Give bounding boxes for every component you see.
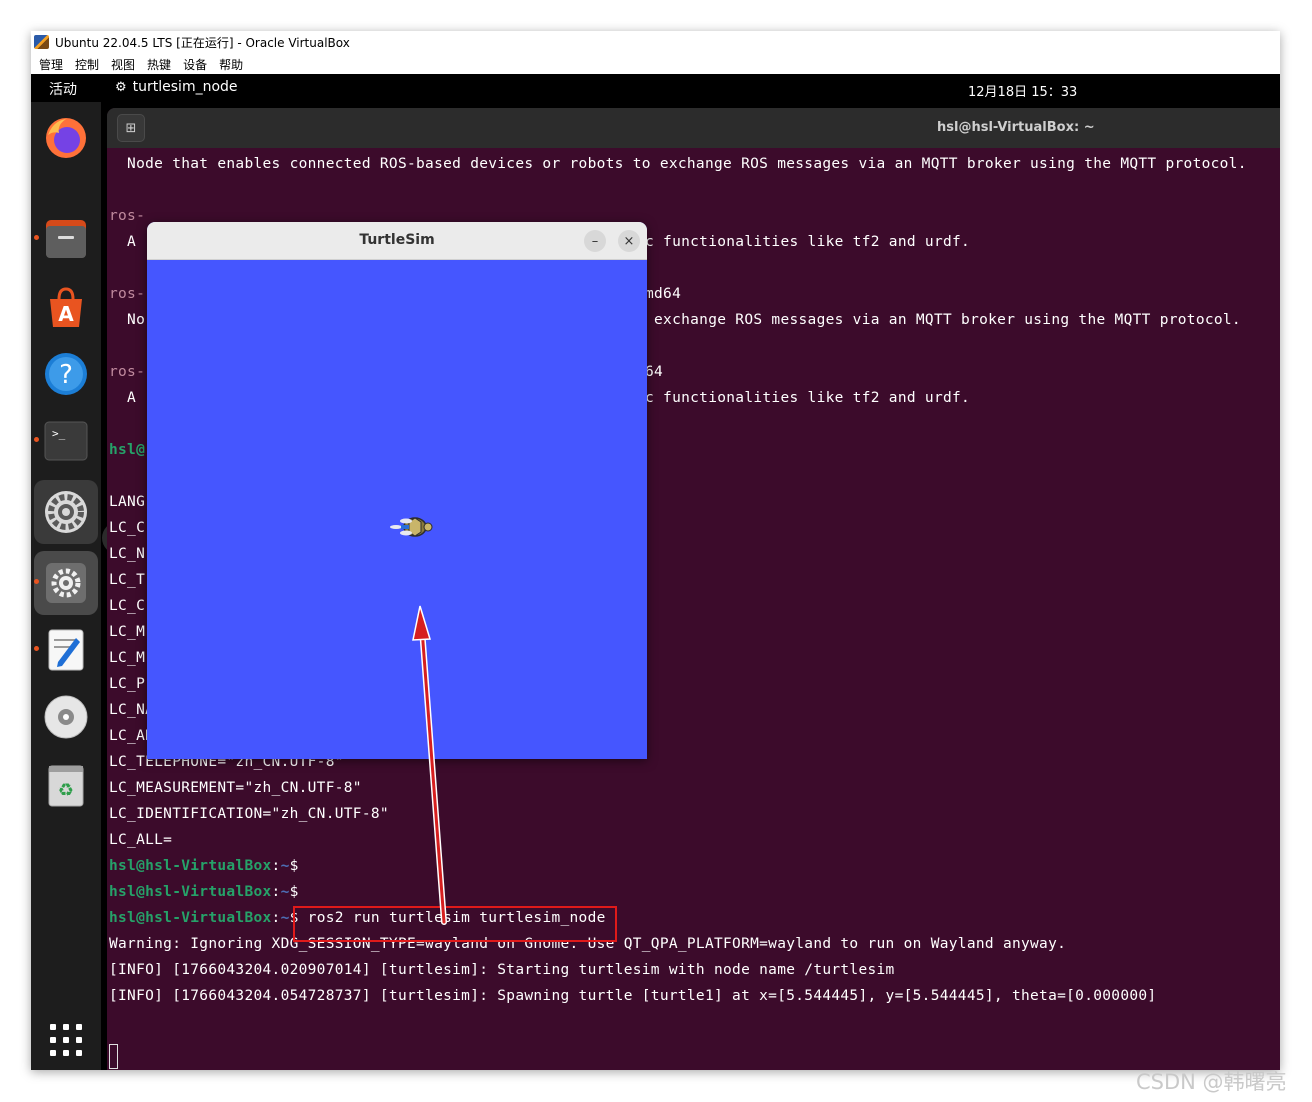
clock[interactable]: 12月18日 15：33 xyxy=(968,81,1077,100)
terminal-line: ros- xyxy=(109,286,146,302)
text-editor-icon xyxy=(48,629,84,671)
terminal-line: hsl@ xyxy=(109,442,146,458)
terminal-line: LC_C xyxy=(109,598,146,614)
menu-hotkeys[interactable]: 热键 xyxy=(147,56,171,73)
menu-view[interactable]: 视图 xyxy=(111,56,135,73)
prompt-path: ~ xyxy=(280,884,290,900)
new-tab-icon: ⊞ xyxy=(125,120,137,136)
terminal-line-right: c functionalities like tf2 and urdf. xyxy=(645,234,971,250)
settings-icon xyxy=(46,563,86,603)
app-menu[interactable]: ⚙ turtlesim_node xyxy=(115,79,238,95)
terminal-line: [INFO] [1766043204.020907014] [turtlesim… xyxy=(109,962,895,978)
menu-devices[interactable]: 设备 xyxy=(183,56,207,73)
running-indicator xyxy=(34,579,39,584)
menu-help[interactable]: 帮助 xyxy=(219,56,243,73)
dock: A ? >_ ♻ xyxy=(31,102,156,1070)
terminal-line: LC_IDENTIFICATION="zh_CN.UTF-8" xyxy=(109,806,389,822)
terminal-line: LC_M xyxy=(109,624,146,640)
terminal-line: A xyxy=(109,234,146,250)
menu-manage[interactable]: 管理 xyxy=(39,56,63,73)
turtle-icon xyxy=(390,517,433,537)
terminal-line-right: c functionalities like tf2 and urdf. xyxy=(645,390,971,406)
prompt-path: ~ xyxy=(280,910,290,926)
terminal-header: ⊞ hsl@hsl-VirtualBox: ~ xyxy=(107,108,1280,148)
terminal-line: [INFO] [1766043204.054728737] [turtlesim… xyxy=(109,988,1157,1004)
terminal-line: LANG xyxy=(109,494,146,510)
svg-text:?: ? xyxy=(59,360,73,390)
terminal-line: LC_T xyxy=(109,572,146,588)
prompt-user: hsl@hsl-VirtualBox xyxy=(109,858,272,874)
dock-terminal[interactable]: >_ xyxy=(42,417,90,465)
svg-text:>_: >_ xyxy=(52,427,66,440)
terminal-line-right: exchange ROS messages via an MQTT broker… xyxy=(645,312,1241,328)
running-indicator xyxy=(34,235,39,240)
terminal-line: LC_ALL= xyxy=(109,832,173,848)
app-center-icon: A xyxy=(50,287,82,327)
minimize-icon: – xyxy=(591,233,599,249)
svg-text:A: A xyxy=(58,302,74,326)
dock-firefox[interactable] xyxy=(42,114,90,162)
files-icon xyxy=(46,220,86,258)
terminal-line: LC_MEASUREMENT="zh_CN.UTF-8" xyxy=(109,780,362,796)
disc-icon xyxy=(44,695,88,739)
close-icon: × xyxy=(623,233,635,249)
terminal-line: LC_P xyxy=(109,676,146,692)
dock-text-editor[interactable] xyxy=(42,626,90,674)
dock-trash[interactable]: ♻ xyxy=(42,761,90,809)
virtualbox-title: Ubuntu 22.04.5 LTS [正在运行] - Oracle Virtu… xyxy=(55,35,350,50)
virtualbox-window: Ubuntu 22.04.5 LTS [正在运行] - Oracle Virtu… xyxy=(31,31,1280,1070)
watermark: CSDN @韩曙亮 xyxy=(1136,1070,1287,1094)
prompt-user: hsl@hsl-VirtualBox xyxy=(109,884,272,900)
close-button[interactable]: × xyxy=(618,230,640,252)
gnome-top-bar: 活动 ⚙ turtlesim_node 12月18日 15：33 xyxy=(31,74,1280,102)
settings-alt-icon xyxy=(45,491,87,533)
guest-screen: 活动 ⚙ turtlesim_node 12月18日 15：33 A ? >_ … xyxy=(31,74,1280,1070)
command-highlight-box xyxy=(293,906,617,942)
firefox-icon xyxy=(46,118,86,158)
terminal-line: ros- xyxy=(109,208,146,224)
trash-icon: ♻ xyxy=(48,765,84,807)
terminal-line-right: 64 xyxy=(645,364,664,380)
terminal-line: A xyxy=(109,390,146,406)
dock-settings-alt[interactable] xyxy=(42,488,90,536)
turtlesim-window[interactable]: TurtleSim – × xyxy=(147,222,647,759)
menu-control[interactable]: 控制 xyxy=(75,56,99,73)
minimize-button[interactable]: – xyxy=(584,230,606,252)
terminal-line: No xyxy=(109,312,146,328)
dock-disc[interactable] xyxy=(42,693,90,741)
new-tab-button[interactable]: ⊞ xyxy=(117,114,145,142)
terminal-line: LC_M xyxy=(109,650,146,666)
app-menu-label: turtlesim_node xyxy=(132,79,238,95)
virtualbox-logo-icon xyxy=(34,35,49,49)
app-gear-icon: ⚙ xyxy=(115,79,127,95)
terminal-line: LC_C xyxy=(109,520,146,536)
terminal-line: LC_N xyxy=(109,546,146,562)
help-icon: ? xyxy=(45,353,87,395)
dock-app-center[interactable]: A xyxy=(42,283,90,331)
svg-text:♻: ♻ xyxy=(58,780,74,801)
prompt-user: hsl@hsl-VirtualBox xyxy=(109,910,272,926)
terminal-line-right: md64 xyxy=(645,286,682,302)
turtlesim-title-bar[interactable]: TurtleSim – × xyxy=(147,222,647,260)
terminal-title: hsl@hsl-VirtualBox: ~ xyxy=(937,120,1095,135)
dock-settings[interactable] xyxy=(42,559,90,607)
terminal-line: ros- xyxy=(109,364,146,380)
running-indicator xyxy=(34,646,39,651)
turtlesim-title: TurtleSim xyxy=(359,232,435,248)
terminal-cursor xyxy=(109,1044,118,1069)
show-apps-icon[interactable] xyxy=(50,1024,82,1056)
virtualbox-menu-bar: 管理 控制 视图 热键 设备 帮助 xyxy=(31,53,1280,75)
prompt-path: ~ xyxy=(280,858,290,874)
dock-help[interactable]: ? xyxy=(42,350,90,398)
terminal-icon: >_ xyxy=(44,421,88,461)
dock-files[interactable] xyxy=(42,215,90,263)
running-indicator xyxy=(34,437,39,442)
prompt-line: hsl@hsl-VirtualBox:~$ xyxy=(109,884,299,900)
terminal-line: Node that enables connected ROS-based de… xyxy=(109,156,1247,172)
activities-button[interactable]: 活动 xyxy=(49,79,77,99)
virtualbox-title-bar: Ubuntu 22.04.5 LTS [正在运行] - Oracle Virtu… xyxy=(31,31,1280,53)
prompt-line: hsl@hsl-VirtualBox:~$ xyxy=(109,858,299,874)
